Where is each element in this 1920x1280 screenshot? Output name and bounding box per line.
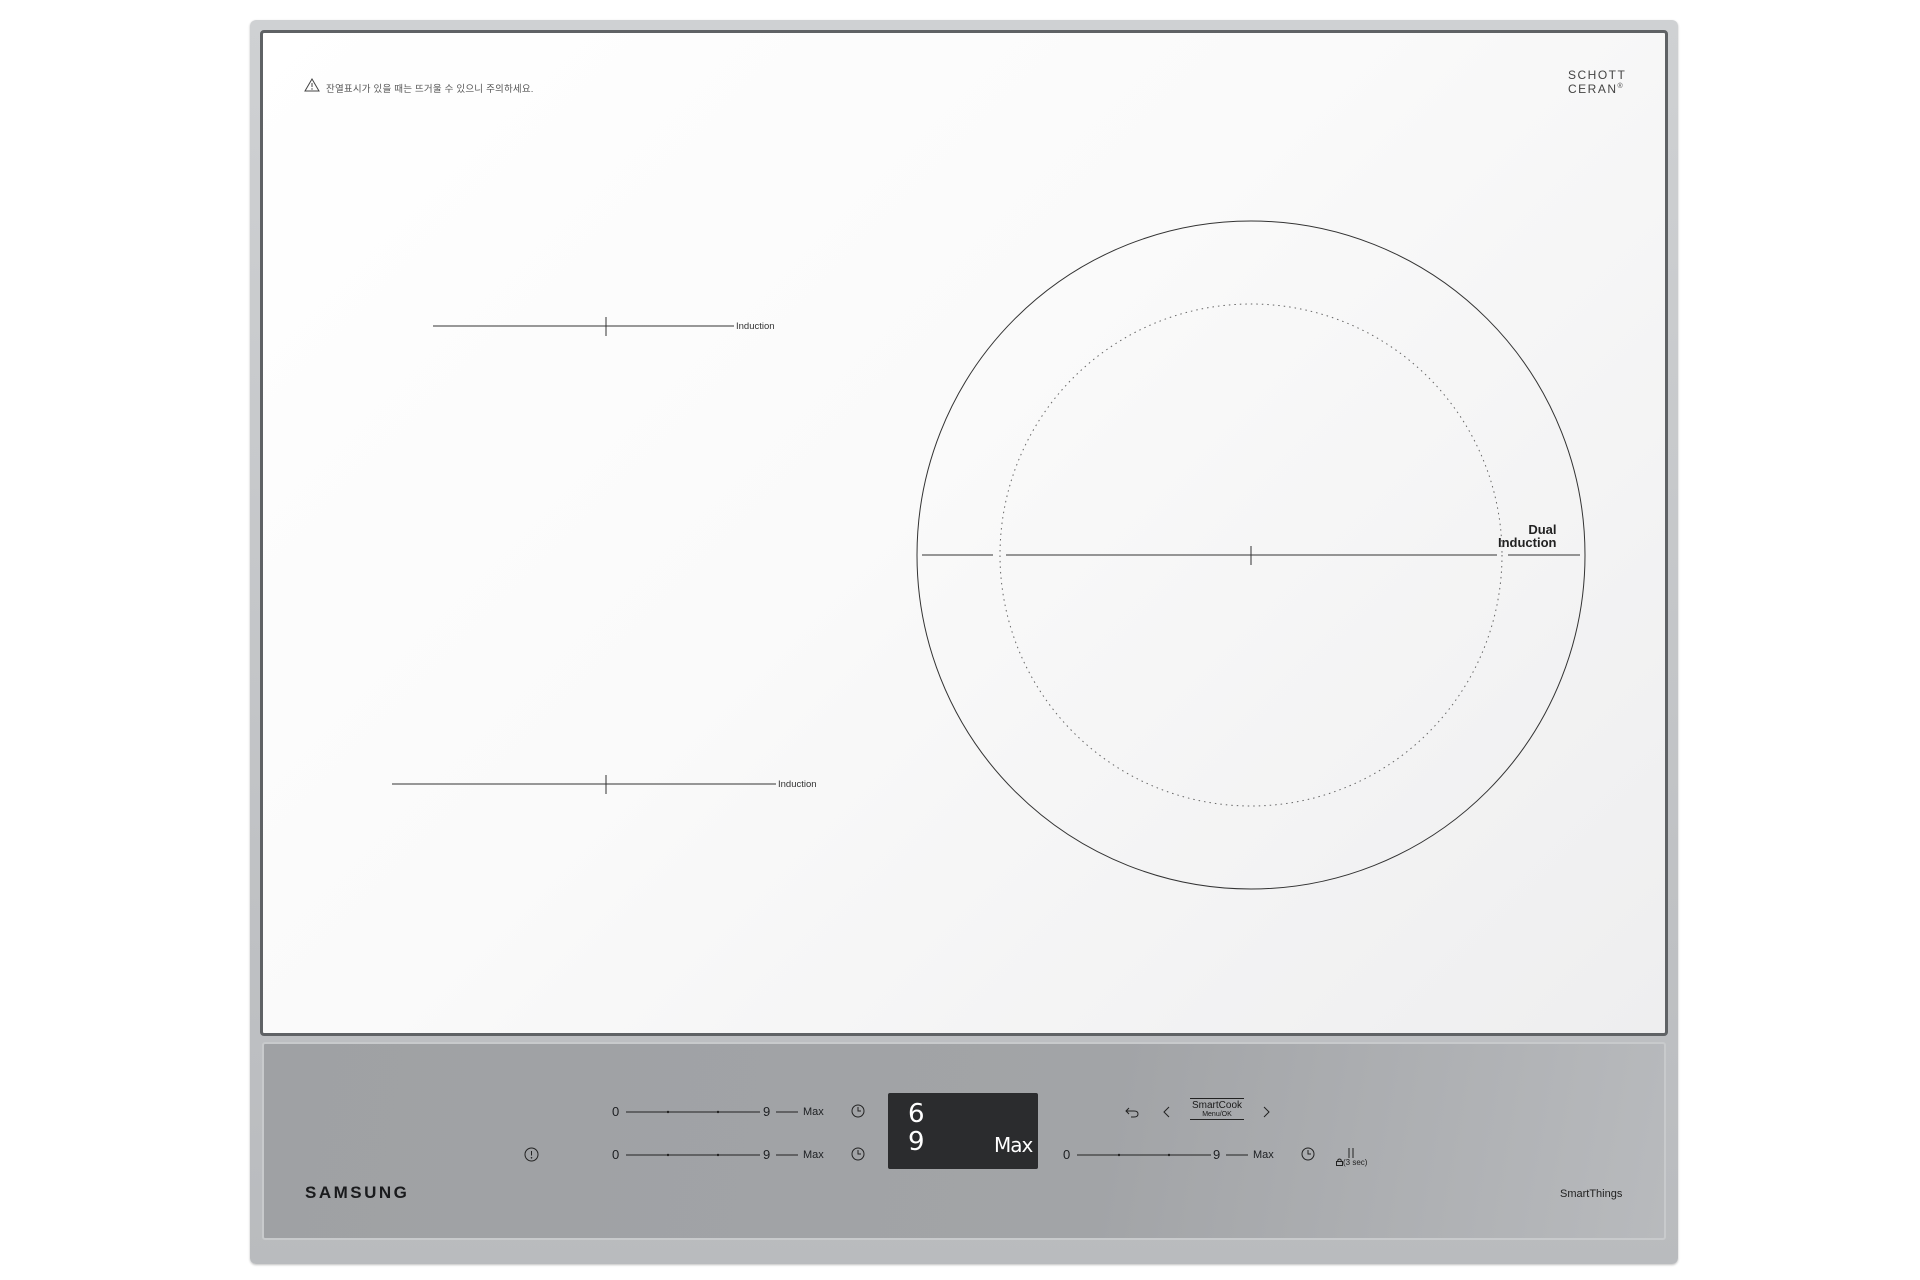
- chevron-right-icon[interactable]: [1262, 1105, 1270, 1123]
- schott-text: SCHOTT: [1568, 68, 1627, 82]
- row2-max-connector: [776, 1154, 798, 1156]
- top-left-zone-label: Induction: [736, 321, 775, 332]
- row3-power-slider[interactable]: [1077, 1153, 1211, 1157]
- row2-power-slider[interactable]: [626, 1153, 760, 1157]
- row1-max-connector: [776, 1111, 798, 1113]
- display-bottom-level: 9: [908, 1127, 925, 1157]
- row3-level-9[interactable]: 9: [1213, 1147, 1220, 1162]
- chevron-left-icon[interactable]: [1163, 1105, 1171, 1123]
- smartcook-menu-ok-button[interactable]: SmartCook Menu/OK: [1190, 1098, 1244, 1120]
- bottom-left-zone-label: Induction: [778, 779, 817, 790]
- back-arrow-icon[interactable]: [1125, 1105, 1139, 1123]
- info-icon[interactable]: [524, 1147, 539, 1167]
- row3-max-connector: [1226, 1154, 1248, 1156]
- warning-triangle-icon: [304, 78, 320, 97]
- power-level-display: 6 9 Max: [888, 1093, 1038, 1169]
- schott-ceran-logo: SCHOTT CERAN®: [1568, 68, 1627, 96]
- row1-level-9[interactable]: 9: [763, 1104, 770, 1119]
- samsung-logo: SAMSUNG: [305, 1183, 410, 1202]
- row1-power-slider[interactable]: [626, 1110, 760, 1114]
- display-max-indicator: Max: [994, 1133, 1033, 1157]
- registered-mark: ®: [1617, 83, 1625, 90]
- clock-icon[interactable]: [1301, 1147, 1315, 1166]
- warning-text: 잔열표시가 있을 때는 뜨거울 수 있으니 주의하세요.: [326, 83, 534, 95]
- residual-heat-warning: 잔열표시가 있을 때는 뜨거울 수 있으니 주의하세요.: [304, 78, 534, 97]
- row2-max-button[interactable]: Max: [803, 1149, 824, 1161]
- clock-icon[interactable]: [851, 1104, 865, 1123]
- ceran-text: CERAN: [1568, 82, 1618, 96]
- row1-min-label: 0: [612, 1104, 620, 1119]
- smartthings-label: SmartThings: [1560, 1188, 1623, 1200]
- row2-min-label: 0: [612, 1147, 620, 1162]
- lock-duration: (3 sec): [1343, 1158, 1368, 1167]
- menu-ok-label: Menu/OK: [1202, 1111, 1232, 1118]
- row3-min-label: 0: [1063, 1147, 1071, 1162]
- dual-label-line2: Induction: [1498, 535, 1557, 550]
- dual-zone-label: Dual Induction: [1498, 523, 1557, 549]
- row3-max-button[interactable]: Max: [1253, 1149, 1274, 1161]
- row2-level-9[interactable]: 9: [763, 1147, 770, 1162]
- clock-icon[interactable]: [851, 1147, 865, 1166]
- row1-max-button[interactable]: Max: [803, 1106, 824, 1118]
- lock-icon: [1336, 1158, 1343, 1166]
- child-lock-control[interactable]: (3 sec): [1336, 1158, 1367, 1167]
- display-top-level: 6: [908, 1099, 925, 1129]
- smartcook-label: SmartCook: [1191, 1100, 1242, 1111]
